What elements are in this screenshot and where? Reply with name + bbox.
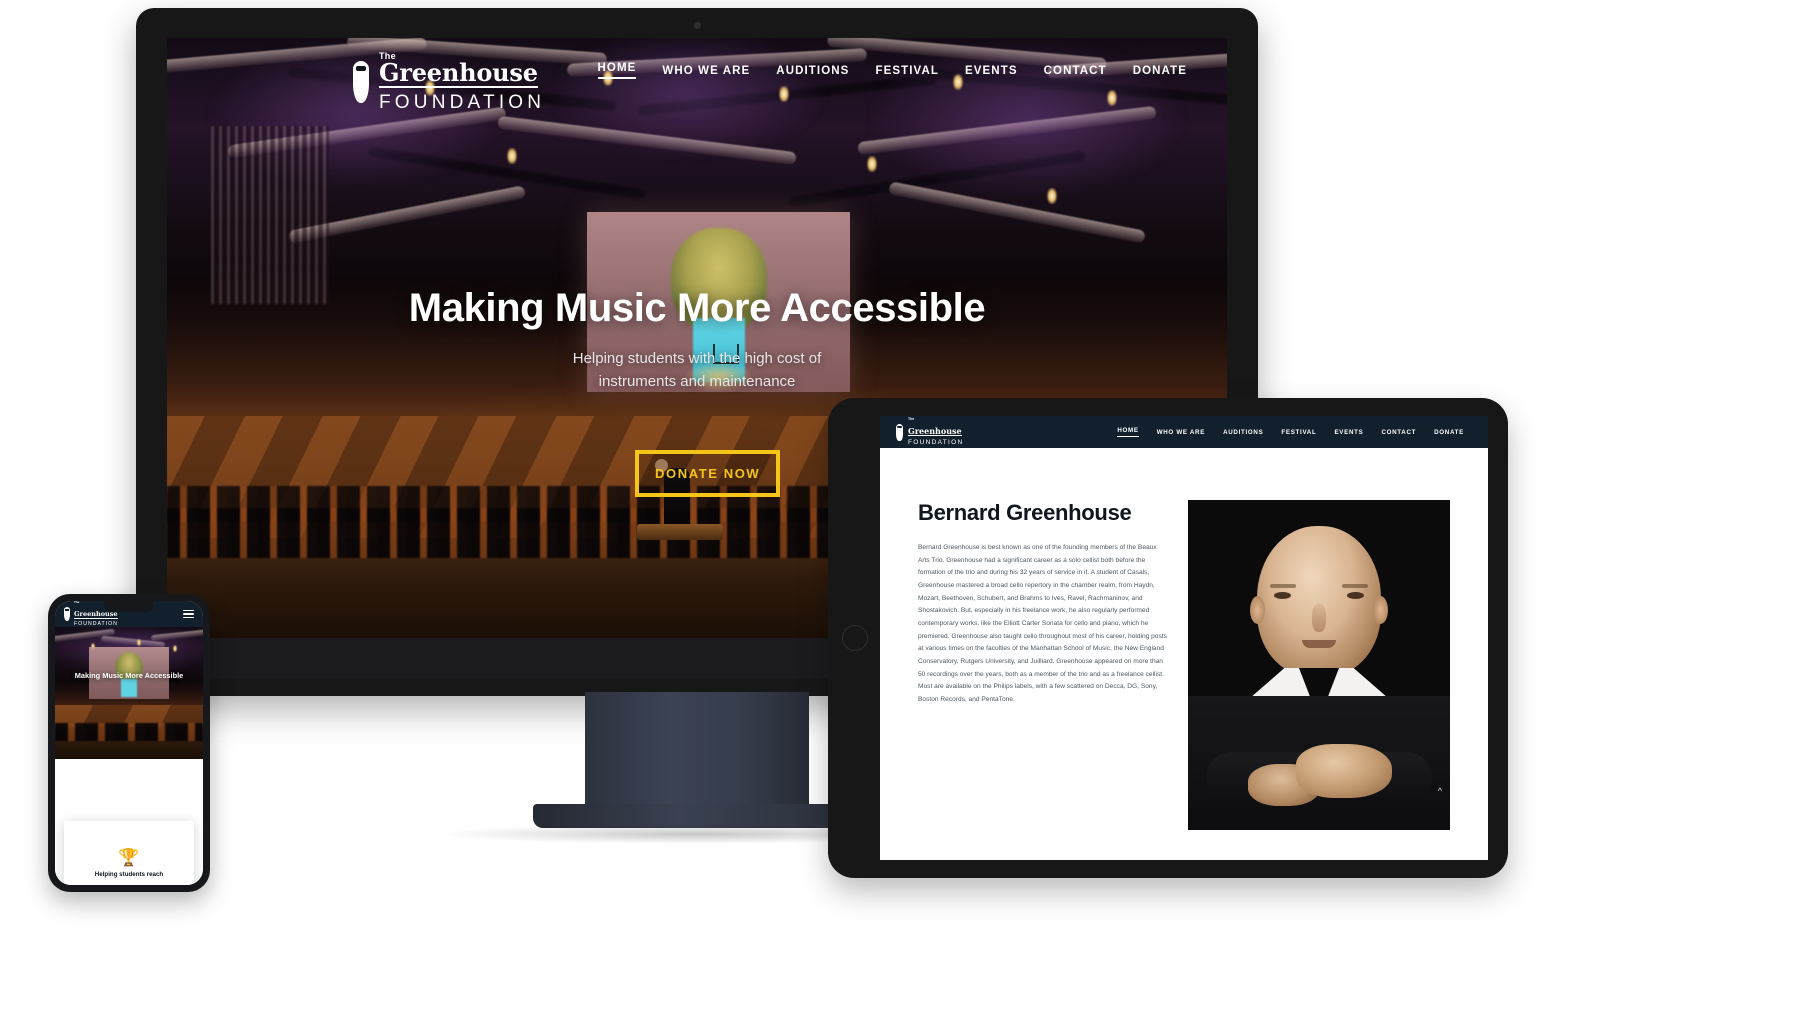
portrait-nose — [1312, 604, 1326, 632]
nav-item-auditions[interactable]: AUDITIONS — [1223, 429, 1263, 436]
desktop-stand-neck — [585, 692, 809, 810]
tablet-home-button[interactable] — [842, 625, 868, 651]
logo-greenhouse: Greenhouse — [379, 58, 538, 88]
logo-foundation: FOUNDATION — [379, 92, 546, 113]
tablet-device-mockup: The Greenhouse FOUNDATION HOME WHO WE AR… — [828, 398, 1508, 878]
nav-item-who-we-are[interactable]: WHO WE ARE — [662, 65, 750, 77]
donate-now-button[interactable]: DONATE NOW — [635, 450, 781, 497]
hero-subtitle: Helping students with the high cost of i… — [572, 350, 822, 391]
nav-item-donate[interactable]: DONATE — [1133, 65, 1187, 77]
logo-foundation: FOUNDATION — [908, 438, 964, 446]
portrait-ear-left — [1250, 596, 1265, 624]
nav-item-contact[interactable]: CONTACT — [1381, 429, 1416, 436]
projected-portrait-collar — [121, 679, 137, 697]
tablet-article: Bernard Greenhouse Bernard Greenhouse is… — [880, 448, 1488, 830]
logo-greenhouse: Greenhouse — [908, 425, 962, 436]
phone-hero-title: Making Music More Accessible — [74, 671, 184, 680]
portrait-eye-right — [1347, 592, 1364, 599]
trophy-icon: 🏆 — [118, 847, 140, 867]
nav-item-festival[interactable]: FESTIVAL — [875, 65, 939, 77]
logo-text: The Greenhouse FOUNDATION — [908, 417, 964, 446]
phone-card-text: Helping students reach — [94, 870, 164, 878]
portrait-head — [1257, 526, 1381, 676]
portrait-brow-right — [1342, 584, 1368, 588]
nav-item-events[interactable]: EVENTS — [1334, 429, 1363, 436]
desktop-site-header: The Greenhouse FOUNDATION HOME WHO WE AR… — [167, 38, 1227, 112]
nav-item-donate[interactable]: DONATE — [1434, 429, 1464, 436]
cello-logo-icon — [353, 61, 369, 103]
hero-title: Making Music More Accessible — [408, 286, 986, 330]
nav-item-auditions[interactable]: AUDITIONS — [776, 65, 849, 77]
phone-device-mockup: The Greenhouse FOUNDATION Making Music M… — [48, 594, 210, 892]
tablet-site-header: The Greenhouse FOUNDATION HOME WHO WE AR… — [880, 416, 1488, 448]
article-title: Bernard Greenhouse — [918, 500, 1132, 525]
phone-notch — [104, 601, 154, 612]
tablet-site-logo[interactable]: The Greenhouse FOUNDATION — [896, 417, 964, 446]
desktop-primary-nav: HOME WHO WE ARE AUDITIONS FESTIVAL EVENT… — [597, 62, 1187, 79]
phone-screen: The Greenhouse FOUNDATION Making Music M… — [55, 601, 203, 885]
nav-item-events[interactable]: EVENTS — [965, 65, 1018, 77]
article-portrait-photo: ^ — [1188, 500, 1450, 830]
portrait-brow-left — [1270, 584, 1296, 588]
portrait-hand-upper — [1296, 744, 1392, 798]
desktop-camera-icon — [693, 22, 701, 29]
responsive-device-mockup: The Greenhouse FOUNDATION HOME WHO WE AR… — [0, 0, 1800, 1030]
portrait-eye-left — [1274, 592, 1291, 599]
portrait-ear-right — [1373, 596, 1388, 624]
portrait-mouth — [1302, 640, 1336, 648]
nav-item-festival[interactable]: FESTIVAL — [1281, 429, 1316, 436]
tablet-screen: The Greenhouse FOUNDATION HOME WHO WE AR… — [880, 416, 1488, 860]
phone-feature-card[interactable]: 🏆 Helping students reach — [64, 821, 194, 885]
article-text-column: Bernard Greenhouse Bernard Greenhouse is… — [918, 500, 1168, 830]
nav-item-home[interactable]: HOME — [1117, 427, 1139, 437]
nav-item-home[interactable]: HOME — [597, 62, 637, 79]
logo-greenhouse: Greenhouse — [74, 610, 118, 619]
hamburger-menu-icon[interactable] — [183, 609, 194, 619]
organ-pipes — [211, 126, 329, 304]
nav-item-contact[interactable]: CONTACT — [1044, 65, 1107, 77]
logo-text: The Greenhouse FOUNDATION — [379, 52, 545, 112]
phone-hero-section: Making Music More Accessible — [55, 627, 203, 759]
cello-logo-icon — [64, 606, 70, 621]
chevron-up-icon: ^ — [1437, 786, 1442, 796]
site-logo[interactable]: The Greenhouse FOUNDATION — [353, 52, 545, 112]
hero-section: Making Music More Accessible Helping stu… — [167, 286, 1227, 394]
nav-item-who-we-are[interactable]: WHO WE ARE — [1157, 429, 1205, 436]
tablet-primary-nav: HOME WHO WE ARE AUDITIONS FESTIVAL EVENT… — [1117, 427, 1472, 437]
cello-logo-icon — [896, 423, 903, 441]
article-body: Bernard Greenhouse is best known as one … — [918, 544, 1167, 703]
logo-the: The — [908, 417, 915, 421]
